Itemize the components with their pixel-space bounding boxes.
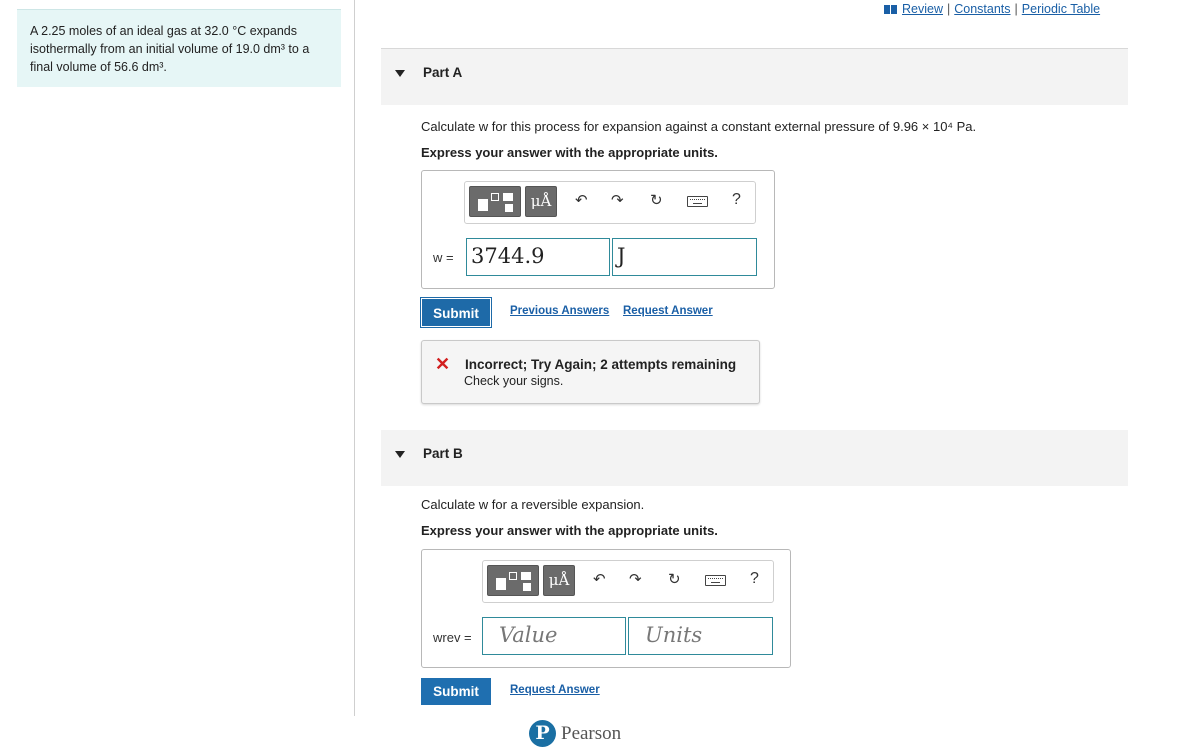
redo-icon[interactable]: ↷	[629, 572, 642, 588]
column-divider	[354, 0, 355, 716]
part-a-request-answer-link[interactable]: Request Answer	[623, 305, 713, 317]
book-icon	[884, 4, 897, 14]
link-separator: |	[1014, 2, 1018, 16]
help-icon[interactable]: ?	[750, 570, 759, 588]
part-b-toolbar: μÅ ↶ ↷ ↻ ?	[482, 560, 774, 603]
feedback-message: Check your signs.	[464, 374, 564, 388]
periodic-table-link[interactable]: Periodic Table	[1022, 2, 1100, 16]
part-b-answer-box: μÅ ↶ ↷ ↻ ? wrev = Value Units	[421, 549, 791, 668]
collapse-triangle-icon[interactable]	[395, 70, 405, 77]
redo-icon[interactable]: ↷	[611, 193, 624, 209]
part-a-value-input[interactable]: 3744.9	[466, 238, 610, 276]
part-a-instruction: Express your answer with the appropriate…	[421, 145, 718, 160]
reset-icon[interactable]: ↻	[668, 572, 681, 588]
templates-button[interactable]	[469, 186, 521, 217]
part-b-request-answer-link[interactable]: Request Answer	[510, 684, 600, 696]
undo-icon[interactable]: ↶	[575, 193, 588, 209]
review-link[interactable]: Review	[902, 2, 943, 16]
pearson-logo: P Pearson	[529, 720, 621, 747]
problem-line-2: isothermally from an initial volume of 1…	[30, 42, 310, 56]
pearson-wordmark: Pearson	[561, 722, 622, 744]
problem-line-1: A 2.25 moles of an ideal gas at 32.0 °C …	[30, 24, 297, 38]
link-separator: |	[947, 2, 951, 16]
problem-statement: A 2.25 moles of an ideal gas at 32.0 °C …	[17, 9, 341, 87]
incorrect-icon: ✕	[435, 354, 451, 374]
templates-button[interactable]	[487, 565, 539, 596]
units-button[interactable]: μÅ	[525, 186, 557, 217]
help-icon[interactable]: ?	[732, 191, 741, 209]
pearson-p-icon: P	[529, 720, 556, 747]
resource-links: Review | Constants | Periodic Table	[884, 2, 1100, 16]
constants-link[interactable]: Constants	[954, 2, 1010, 16]
part-a-answer-box: μÅ ↶ ↷ ↻ ? w = 3744.9 J	[421, 170, 775, 289]
reset-icon[interactable]: ↻	[650, 193, 663, 209]
part-a-title: Part A	[423, 65, 463, 80]
part-a-toolbar: μÅ ↶ ↷ ↻ ?	[464, 181, 756, 224]
feedback-title: Incorrect; Try Again; 2 attempts remaini…	[465, 357, 737, 372]
previous-answers-link[interactable]: Previous Answers	[510, 305, 609, 317]
part-a-submit-button[interactable]: Submit	[420, 297, 492, 328]
part-b-units-input[interactable]: Units	[628, 617, 773, 655]
part-b-title: Part B	[423, 446, 463, 461]
problem-line-3: final volume of 56.6 dm³.	[30, 60, 167, 74]
units-button[interactable]: μÅ	[543, 565, 575, 596]
part-b-value-input[interactable]: Value	[482, 617, 626, 655]
part-b-submit-button[interactable]: Submit	[421, 678, 491, 705]
part-a-units-input[interactable]: J	[612, 238, 757, 276]
keyboard-icon[interactable]	[705, 575, 726, 586]
part-b-answer-label: wrev =	[433, 630, 472, 645]
part-a-header[interactable]: Part A	[381, 49, 1128, 105]
part-a-question: Calculate w for this process for expansi…	[421, 119, 977, 134]
undo-icon[interactable]: ↶	[593, 572, 606, 588]
feedback-box: ✕ Incorrect; Try Again; 2 attempts remai…	[421, 340, 760, 404]
part-b-header[interactable]: Part B	[381, 430, 1128, 486]
part-b-instruction: Express your answer with the appropriate…	[421, 523, 718, 538]
part-a-answer-label: w =	[433, 250, 454, 265]
part-b-question: Calculate w for a reversible expansion.	[421, 497, 645, 512]
keyboard-icon[interactable]	[687, 196, 708, 207]
collapse-triangle-icon[interactable]	[395, 451, 405, 458]
